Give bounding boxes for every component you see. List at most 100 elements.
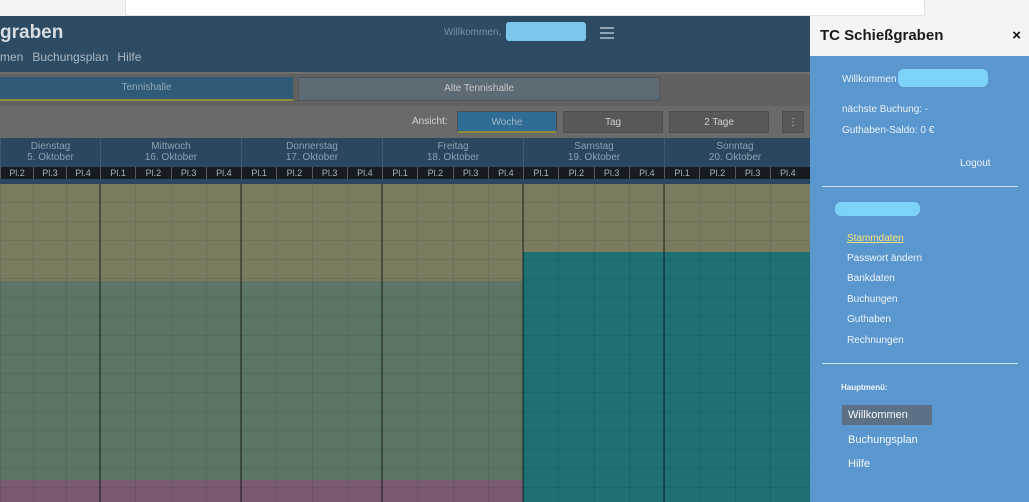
grid-court-line	[170, 184, 172, 502]
day-date: 16. Oktober	[144, 152, 198, 163]
view-label: Ansicht:	[412, 116, 448, 127]
grid-court-line	[205, 184, 207, 502]
tab-tennishalle[interactable]: Tennishalle	[0, 77, 293, 101]
day-name: Freitag	[437, 141, 469, 152]
side-panel: TC Schießgraben × Willkommen nächste Buc…	[810, 16, 1029, 502]
grid-court-line	[135, 184, 137, 502]
menu-link-rechnungen[interactable]: Rechnungen	[847, 335, 904, 346]
day-date: 17. Oktober	[285, 152, 339, 163]
day-name: Dienstag	[30, 141, 71, 152]
grid-court-line	[33, 184, 34, 502]
day-name: Donnerstag	[286, 141, 338, 152]
hall-tabs: Tennishalle Alte Tennishalle	[0, 74, 810, 106]
day-name: Sonntag	[716, 141, 754, 152]
court-label: Pl.4	[487, 167, 523, 179]
day-name: Mittwoch	[151, 141, 191, 152]
grid-court-line	[628, 184, 630, 502]
slot-band-teal	[523, 252, 810, 502]
main-item-buchungsplan[interactable]: Buchungsplan	[842, 430, 924, 450]
header-welcome: Willkommen,	[444, 27, 502, 38]
menu-link-guthaben[interactable]: Guthaben	[847, 314, 891, 325]
grid-day-line	[240, 184, 242, 502]
booking-grid[interactable]	[0, 184, 810, 502]
grid-court-line	[417, 184, 419, 502]
view-more-button[interactable]: ⋮	[782, 111, 804, 133]
hamburger-menu-icon[interactable]	[600, 27, 614, 42]
grid-court-line	[452, 184, 454, 502]
court-label: Pl.2	[558, 167, 593, 179]
nav-item-willkommen[interactable]: men	[0, 50, 23, 64]
browser-tab-strip	[125, 0, 925, 16]
grid-court-line	[0, 184, 1, 502]
grid-row-line	[0, 449, 810, 450]
close-icon[interactable]: ×	[1012, 27, 1021, 44]
grid-row-line	[0, 316, 810, 317]
grid-row-line	[0, 373, 810, 374]
nav-item-buchungsplan[interactable]: Buchungsplan	[32, 50, 108, 64]
court-label: Pl.4	[628, 167, 664, 179]
grid-row-line	[0, 297, 810, 298]
panel-header: TC Schießgraben ×	[810, 16, 1029, 56]
menu-link-buchungen[interactable]: Buchungen	[847, 294, 898, 305]
grid-court-line	[558, 184, 560, 502]
court-label: Pl.3	[33, 167, 66, 179]
day-date: 18. Oktober	[426, 152, 480, 163]
grid-row-line	[0, 430, 810, 431]
court-label: Pl.1	[664, 167, 699, 179]
grid-day-line	[99, 184, 101, 502]
day-date: 5. Oktober	[27, 152, 74, 163]
grid-row-line	[0, 259, 810, 260]
grid-court-line	[699, 184, 701, 502]
day-header: Dienstag 5. Oktober Mittwoch 16. Oktober Don…	[0, 138, 810, 184]
grid-row-line	[0, 487, 810, 488]
top-nav: men Buchungsplan Hilfe	[0, 50, 141, 64]
court-label: Pl.3	[170, 167, 206, 179]
view-woche-button[interactable]: Woche	[457, 111, 557, 133]
grid-row-line	[0, 240, 810, 241]
court-header-row: Pl.2 Pl.3 Pl.4 Pl.1 Pl.2 Pl.3 Pl.4 Pl.1 Pl.2 Pl.3…	[0, 167, 810, 179]
grid-row-line	[0, 335, 810, 336]
brand-title: graben	[0, 22, 64, 43]
court-label: Pl.2	[417, 167, 452, 179]
grid-court-line	[769, 184, 771, 502]
day-date: 19. Oktober	[567, 152, 621, 163]
grid-court-line	[346, 184, 348, 502]
grid-row-line	[0, 278, 810, 279]
grid-court-line	[593, 184, 595, 502]
tab-alte-tennishalle[interactable]: Alte Tennishalle	[298, 77, 660, 101]
day-name: Samstag	[574, 141, 614, 152]
view-2-tage-button[interactable]: 2 Tage	[669, 111, 769, 133]
main-item-hilfe[interactable]: Hilfe	[842, 454, 876, 474]
menu-link-bankdaten[interactable]: Bankdaten	[847, 273, 895, 284]
panel-body: Willkommen nächste Buchung: - Guthaben-S…	[810, 56, 1029, 502]
grid-row-line	[0, 354, 810, 355]
balance: Guthaben-Saldo: 0 €	[842, 125, 935, 136]
court-label: Pl.4	[769, 167, 805, 179]
panel-divider-2	[822, 363, 1018, 364]
panel-divider	[822, 186, 1018, 187]
menu-link-passwort[interactable]: Passwort ändern	[847, 253, 922, 264]
grid-row-line	[0, 221, 810, 222]
court-label: Pl.1	[523, 167, 558, 179]
booking-app: graben men Buchungsplan Hilfe Willkommen…	[0, 16, 810, 502]
grid-court-line	[66, 184, 67, 502]
grid-row-line	[0, 202, 810, 203]
nav-item-hilfe[interactable]: Hilfe	[117, 50, 141, 64]
grid-court-line	[311, 184, 313, 502]
view-tag-button[interactable]: Tag	[563, 111, 663, 133]
court-label: Pl.2	[135, 167, 170, 179]
menu-link-stammdaten[interactable]: Stammdaten	[847, 233, 904, 244]
court-label: Pl.1	[241, 167, 276, 179]
slot-band-yellow-weekend	[523, 184, 810, 252]
court-label: Pl.3	[311, 167, 347, 179]
court-label: Pl.3	[593, 167, 629, 179]
main-menu-label: Hauptmenü:	[841, 383, 888, 392]
panel-title: TC Schießgraben	[820, 27, 944, 44]
grid-day-line	[522, 184, 524, 502]
logout-link[interactable]: Logout	[960, 158, 991, 169]
view-selector: Ansicht: Woche Tag 2 Tage ⋮	[0, 106, 810, 138]
panel-welcome: Willkommen	[842, 74, 897, 85]
redacted-username	[506, 22, 586, 41]
grid-court-line	[276, 184, 278, 502]
main-item-willkommen[interactable]: Willkommen	[842, 405, 932, 425]
